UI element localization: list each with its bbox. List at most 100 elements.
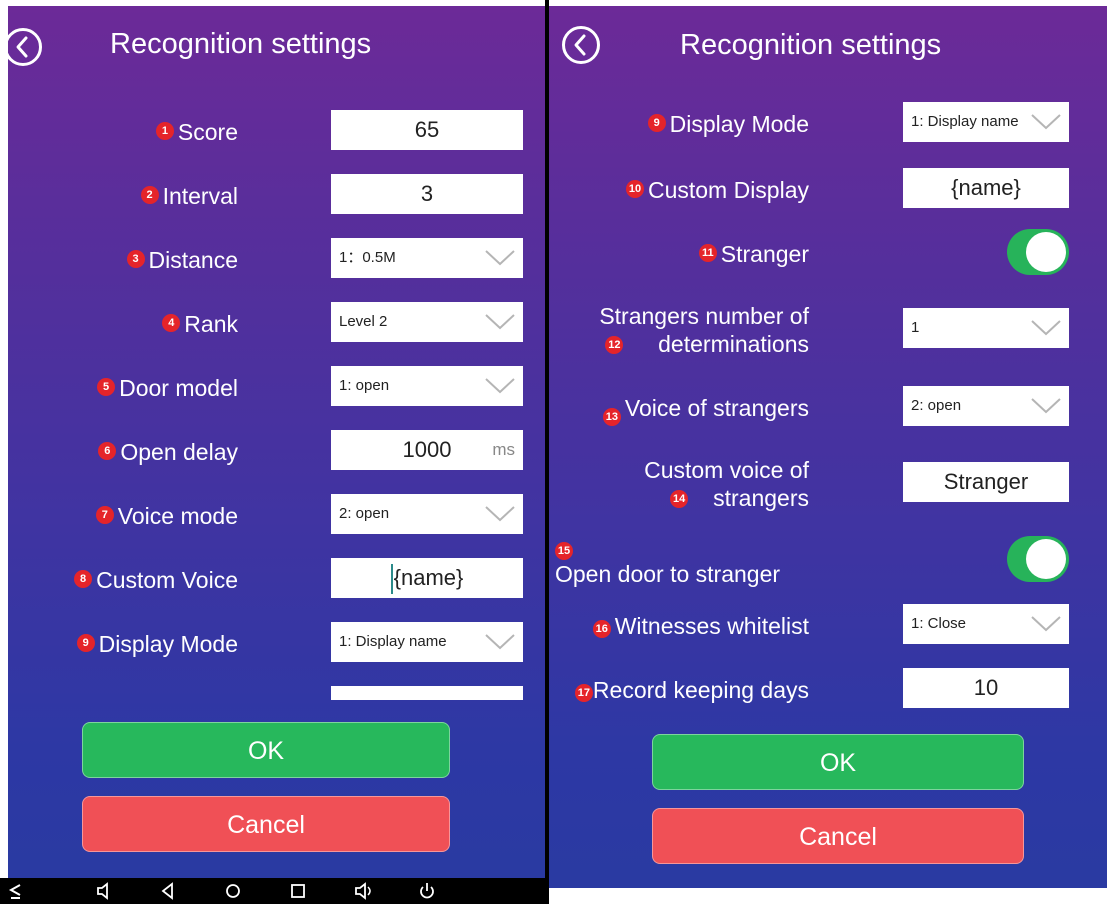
setting-row-rank: 4 Rank Level 2	[8, 302, 545, 346]
chevron-down-icon	[1031, 398, 1061, 414]
voice-mode-select[interactable]: 2: open	[331, 494, 523, 534]
number-badge: 1	[155, 122, 174, 140]
setting-row-interval: 2 Interval 3	[8, 174, 545, 218]
back-arrow-icon	[574, 34, 586, 56]
setting-label: Strangers number of 12 determinations	[599, 303, 809, 357]
setting-row-open-delay: 6 Open delay 1000 ms	[8, 430, 545, 474]
display-mode-select[interactable]: 1: Display name	[903, 102, 1069, 142]
back-button[interactable]	[8, 28, 42, 66]
setting-label: 16 Witnesses whitelist	[592, 604, 809, 648]
setting-label: Custom voice of 14 strangers	[644, 457, 809, 511]
setting-label: 7 Voice mode	[95, 494, 238, 538]
setting-label: 1 Score	[155, 110, 238, 154]
number-badge: 8	[74, 570, 93, 588]
chevron-down-icon	[485, 250, 515, 266]
setting-label: 9 Display Mode	[76, 622, 238, 666]
settings-panel-right: Recognition settings 9 Display Mode 1: Di…	[549, 6, 1107, 888]
ok-button[interactable]: OK	[652, 734, 1024, 790]
setting-row-score: 1 Score 65	[8, 110, 545, 154]
bottom-strip	[549, 888, 1107, 904]
setting-label: 10 Custom Display	[625, 168, 809, 212]
back-button[interactable]	[562, 26, 600, 64]
setting-row-voice-of-strangers: 13 Voice of strangers 2: open	[549, 386, 1107, 430]
score-input[interactable]: 65	[331, 110, 523, 150]
menu-icon[interactable]	[8, 881, 22, 901]
chevron-down-icon	[1031, 320, 1061, 336]
setting-label: 4 Rank	[162, 302, 238, 346]
toggle-knob	[1026, 232, 1066, 272]
recents-icon[interactable]	[290, 881, 306, 901]
setting-row-voice-mode: 7 Voice mode 2: open	[8, 494, 545, 538]
chevron-down-icon	[485, 378, 515, 394]
setting-row-stranger-determinations: Strangers number of 12 determinations 1	[549, 303, 1107, 357]
custom-voice-input[interactable]: {name}	[331, 558, 523, 598]
number-badge: 15	[555, 542, 573, 560]
setting-row-door-model: 5 Door model 1: open	[8, 366, 545, 410]
cancel-button[interactable]: Cancel	[652, 808, 1024, 864]
custom-voice-strangers-input[interactable]: Stranger	[903, 462, 1069, 502]
clipped-row-field	[331, 686, 523, 700]
chevron-down-icon	[485, 314, 515, 330]
text-cursor	[390, 564, 393, 595]
back-icon[interactable]	[160, 881, 176, 901]
setting-label: 15 Open door to stranger	[555, 532, 780, 588]
system-nav-bar	[0, 878, 545, 904]
number-badge: 4	[162, 314, 181, 332]
setting-row-custom-display: 10 Custom Display {name}	[549, 168, 1107, 212]
number-badge: 14	[670, 490, 689, 508]
number-badge: 11	[698, 244, 717, 262]
display-mode-select[interactable]: 1: Display name	[331, 622, 523, 662]
setting-row-custom-voice-strangers: Custom voice of 14 strangers Stranger	[549, 457, 1107, 511]
page-title: Recognition settings	[680, 29, 942, 61]
toggle-knob	[1026, 539, 1066, 579]
back-arrow-icon	[16, 36, 28, 58]
setting-row-custom-voice: 8 Custom Voice {name}	[8, 558, 545, 602]
determinations-select[interactable]: 1	[903, 308, 1069, 348]
interval-input[interactable]: 3	[331, 174, 523, 214]
number-badge: 6	[98, 442, 117, 460]
setting-label: 11 Stranger	[698, 232, 809, 276]
setting-row-display-mode: 9 Display Mode 1: Display name	[549, 102, 1107, 146]
setting-row-display-mode: 9 Display Mode 1: Display name	[8, 622, 545, 666]
setting-row-record-keeping-days: 17 Record keeping days 10	[549, 668, 1107, 712]
power-icon[interactable]	[418, 881, 436, 901]
setting-row-stranger: 11 Stranger	[549, 229, 1107, 276]
setting-label: 3 Distance	[126, 238, 238, 282]
setting-label: 17 Record keeping days	[574, 668, 809, 712]
number-badge: 17	[574, 684, 593, 702]
open-door-stranger-toggle[interactable]	[1007, 536, 1069, 582]
number-badge: 2	[140, 186, 159, 204]
setting-label: 9 Display Mode	[647, 102, 809, 146]
unit-label: ms	[492, 440, 515, 459]
home-icon[interactable]	[224, 881, 242, 901]
setting-row-distance: 3 Distance 1：0.5M	[8, 238, 545, 282]
custom-display-input[interactable]: {name}	[903, 168, 1069, 208]
number-badge: 10	[625, 180, 644, 198]
chevron-down-icon	[1031, 114, 1061, 130]
number-badge: 3	[126, 250, 145, 268]
number-badge: 9	[76, 634, 95, 652]
open-delay-input[interactable]: 1000 ms	[331, 430, 523, 470]
record-keeping-days-input[interactable]: 10	[903, 668, 1069, 708]
page-title: Recognition settings	[110, 28, 372, 60]
setting-label: 13 Voice of strangers	[602, 386, 809, 430]
settings-panel-left: Recognition settings 1 Score 65 2 Interval…	[8, 6, 545, 878]
number-badge: 5	[97, 378, 116, 396]
rank-select[interactable]: Level 2	[331, 302, 523, 342]
cancel-button[interactable]: Cancel	[82, 796, 450, 852]
volume-down-icon[interactable]	[96, 881, 112, 901]
number-badge: 9	[647, 114, 666, 132]
setting-label: 2 Interval	[140, 174, 238, 218]
distance-select[interactable]: 1：0.5M	[331, 238, 523, 278]
witnesses-whitelist-select[interactable]: 1: Close	[903, 604, 1069, 644]
ok-button[interactable]: OK	[82, 722, 450, 778]
setting-label: 8 Custom Voice	[74, 558, 238, 602]
setting-row-open-door-stranger: 15 Open door to stranger	[549, 536, 1107, 587]
number-badge: 16	[592, 620, 611, 638]
volume-up-icon[interactable]	[354, 881, 374, 901]
chevron-down-icon	[485, 506, 515, 522]
stranger-toggle[interactable]	[1007, 229, 1069, 275]
setting-label: 6 Open delay	[98, 430, 238, 474]
door-model-select[interactable]: 1: open	[331, 366, 523, 406]
voice-of-strangers-select[interactable]: 2: open	[903, 386, 1069, 426]
